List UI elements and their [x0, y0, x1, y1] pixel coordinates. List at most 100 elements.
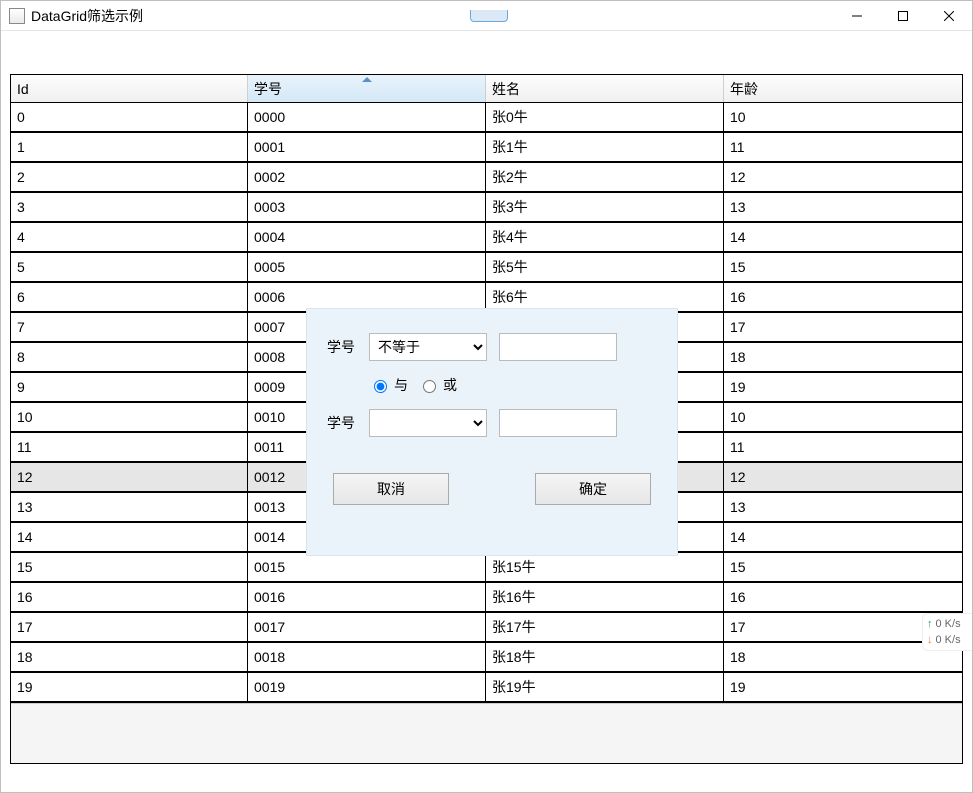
sort-ascending-icon [362, 77, 372, 82]
filter-row-1: 学号 不等于 [327, 333, 657, 361]
column-header-sn[interactable]: 学号 [248, 75, 486, 102]
cell-name: 张0牛 [486, 103, 724, 131]
cell-age: 11 [724, 133, 962, 161]
cell-id: 13 [11, 493, 248, 521]
cell-id: 9 [11, 373, 248, 401]
cell-sn: 0003 [248, 193, 486, 221]
cell-sn: 0017 [248, 613, 486, 641]
cell-sn: 0005 [248, 253, 486, 281]
cell-age: 15 [724, 253, 962, 281]
filter-logic-or-label: 或 [443, 375, 457, 395]
cell-age: 14 [724, 523, 962, 551]
cell-name: 张1牛 [486, 133, 724, 161]
table-row[interactable]: 20002张2牛12 [11, 163, 962, 193]
cell-age: 14 [724, 223, 962, 251]
column-header-name[interactable]: 姓名 [486, 75, 724, 102]
cell-id: 8 [11, 343, 248, 371]
net-down: 0 K/s [927, 632, 968, 648]
cell-age: 12 [724, 463, 962, 491]
network-indicator: 0 K/s 0 K/s [922, 613, 972, 651]
cell-age: 18 [724, 343, 962, 371]
cell-age: 10 [724, 403, 962, 431]
filter-logic-row: 与 或 [369, 375, 657, 395]
cell-name: 张5牛 [486, 253, 724, 281]
table-row[interactable]: 40004张4牛14 [11, 223, 962, 253]
cell-id: 10 [11, 403, 248, 431]
minimize-button[interactable] [834, 1, 880, 30]
filter-logic-and-radio[interactable] [374, 380, 387, 393]
window-title: DataGrid筛选示例 [31, 6, 143, 26]
cell-sn: 0015 [248, 553, 486, 581]
filter-button-row: 取消 确定 [327, 473, 657, 505]
table-row[interactable]: 30003张3牛13 [11, 193, 962, 223]
cell-id: 6 [11, 283, 248, 311]
filter-logic-or[interactable]: 或 [418, 375, 457, 395]
maximize-button[interactable] [880, 1, 926, 30]
cell-age: 11 [724, 433, 962, 461]
cell-sn: 0018 [248, 643, 486, 671]
net-up-value: 0 K/s [936, 618, 961, 630]
table-row[interactable]: 00000张0牛10 [11, 103, 962, 133]
filter-popup: 学号 不等于 与 或 学号 取消 确定 [306, 308, 678, 556]
cell-name: 张15牛 [486, 553, 724, 581]
grid-header: Id 学号 姓名 年龄 [11, 75, 962, 103]
column-header-label: Id [17, 81, 29, 97]
cell-age: 19 [724, 373, 962, 401]
cell-sn: 0001 [248, 133, 486, 161]
table-row[interactable]: 10001张1牛11 [11, 133, 962, 163]
cell-name: 张4牛 [486, 223, 724, 251]
cell-age: 15 [724, 553, 962, 581]
table-row[interactable]: 50005张5牛15 [11, 253, 962, 283]
filter-logic-and-label: 与 [394, 375, 408, 395]
cell-sn: 0019 [248, 673, 486, 701]
cell-id: 15 [11, 553, 248, 581]
cell-age: 16 [724, 583, 962, 611]
grid-footer [11, 703, 962, 763]
cell-name: 张6牛 [486, 283, 724, 311]
titlebar-handle-icon [470, 10, 508, 22]
content-area: Id 学号 姓名 年龄 00000张0牛1010001张1牛1120002张2牛… [10, 74, 972, 783]
app-icon [9, 8, 25, 24]
column-header-label: 年龄 [730, 79, 758, 99]
ok-button[interactable]: 确定 [535, 473, 651, 505]
cell-age: 12 [724, 163, 962, 191]
app-window: DataGrid筛选示例 Id 学号 [0, 0, 973, 793]
cell-sn: 0000 [248, 103, 486, 131]
cell-id: 2 [11, 163, 248, 191]
cell-id: 11 [11, 433, 248, 461]
filter-value1-input[interactable] [499, 333, 617, 361]
cancel-button[interactable]: 取消 [333, 473, 449, 505]
table-row[interactable]: 180018张18牛18 [11, 643, 962, 673]
filter-logic-and[interactable]: 与 [369, 375, 408, 395]
column-header-id[interactable]: Id [11, 75, 248, 102]
filter-logic-or-radio[interactable] [423, 380, 436, 393]
table-row[interactable]: 150015张15牛15 [11, 553, 962, 583]
table-row[interactable]: 190019张19牛19 [11, 673, 962, 703]
cell-age: 19 [724, 673, 962, 701]
cell-name: 张18牛 [486, 643, 724, 671]
cell-id: 5 [11, 253, 248, 281]
table-row[interactable]: 170017张17牛17 [11, 613, 962, 643]
titlebar-spacer [143, 10, 834, 22]
cell-id: 19 [11, 673, 248, 701]
filter-op1-select[interactable]: 不等于 [369, 333, 487, 361]
column-header-age[interactable]: 年龄 [724, 75, 962, 102]
filter-op2-select[interactable] [369, 409, 487, 437]
cell-id: 7 [11, 313, 248, 341]
cell-sn: 0016 [248, 583, 486, 611]
net-up: 0 K/s [927, 616, 968, 632]
cell-id: 12 [11, 463, 248, 491]
cell-id: 4 [11, 223, 248, 251]
filter-value2-input[interactable] [499, 409, 617, 437]
cell-id: 18 [11, 643, 248, 671]
close-button[interactable] [926, 1, 972, 30]
window-controls [834, 1, 972, 30]
cell-age: 13 [724, 493, 962, 521]
table-row[interactable]: 160016张16牛16 [11, 583, 962, 613]
cell-name: 张2牛 [486, 163, 724, 191]
cell-id: 14 [11, 523, 248, 551]
cell-age: 10 [724, 103, 962, 131]
cell-name: 张16牛 [486, 583, 724, 611]
cell-id: 0 [11, 103, 248, 131]
filter-field2-label: 学号 [327, 413, 369, 433]
